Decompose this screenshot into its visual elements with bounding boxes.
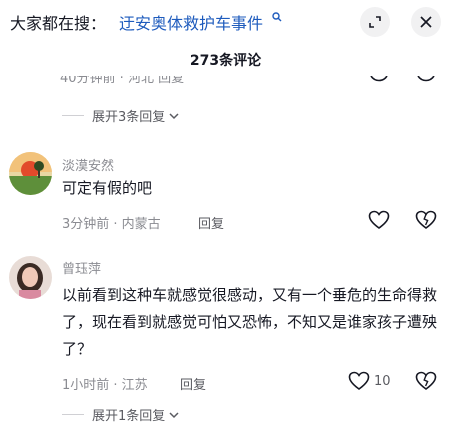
divider-line <box>62 414 84 415</box>
reply-button[interactable]: 回复 <box>180 374 206 393</box>
dislike-icon[interactable] <box>415 371 437 391</box>
expand-fullscreen-button[interactable] <box>360 7 390 37</box>
close-icon <box>420 16 432 28</box>
comment-username[interactable]: 淡漠安然 <box>62 155 114 174</box>
expand-replies-button[interactable]: 展开3条回复 <box>62 106 181 125</box>
search-suggestion-link[interactable]: 迂安奥体救护车事件 <box>119 10 263 34</box>
reply-button[interactable]: 回复 <box>198 213 224 232</box>
expand-replies-label: 展开3条回复 <box>92 110 166 125</box>
comment-meta: 1小时前 · 江苏 <box>62 378 148 393</box>
top-bar: 大家都在搜： 迂安奥体救护车事件 <box>0 0 451 42</box>
dislike-icon[interactable] <box>415 210 437 230</box>
like-count: 10 <box>374 374 391 389</box>
search-icon <box>272 12 282 22</box>
expand-replies-button[interactable]: 展开1条回复 <box>62 405 181 424</box>
chevron-down-icon <box>169 411 179 418</box>
close-button[interactable] <box>411 7 441 37</box>
comment-meta: 3分钟前 · 内蒙古 <box>62 217 161 232</box>
expand-replies-label: 展开1条回复 <box>92 409 166 424</box>
comment-text: 可定有假的吧 <box>62 179 153 197</box>
comment-text: 以前看到这种车就感觉很感动，又有一个垂危的生命得救了，现在看到就感觉可怕又恐怖，… <box>62 286 438 358</box>
chevron-down-icon <box>169 112 179 119</box>
avatar[interactable] <box>9 256 52 299</box>
comment-count-title: 273条评论 <box>189 53 262 69</box>
like-icon[interactable] <box>368 210 390 230</box>
expand-icon <box>369 16 381 28</box>
avatar[interactable] <box>9 152 52 195</box>
dislike-icon[interactable] <box>416 76 436 84</box>
like-icon[interactable] <box>369 76 389 84</box>
previous-comment-meta-text: 40分钟前 · 河北 回复 <box>60 76 185 86</box>
comment-username[interactable]: 曾珏萍 <box>62 258 101 277</box>
search-suggestion-prefix: 大家都在搜： <box>10 14 107 33</box>
divider-line <box>62 115 84 116</box>
like-icon[interactable] <box>348 371 370 391</box>
